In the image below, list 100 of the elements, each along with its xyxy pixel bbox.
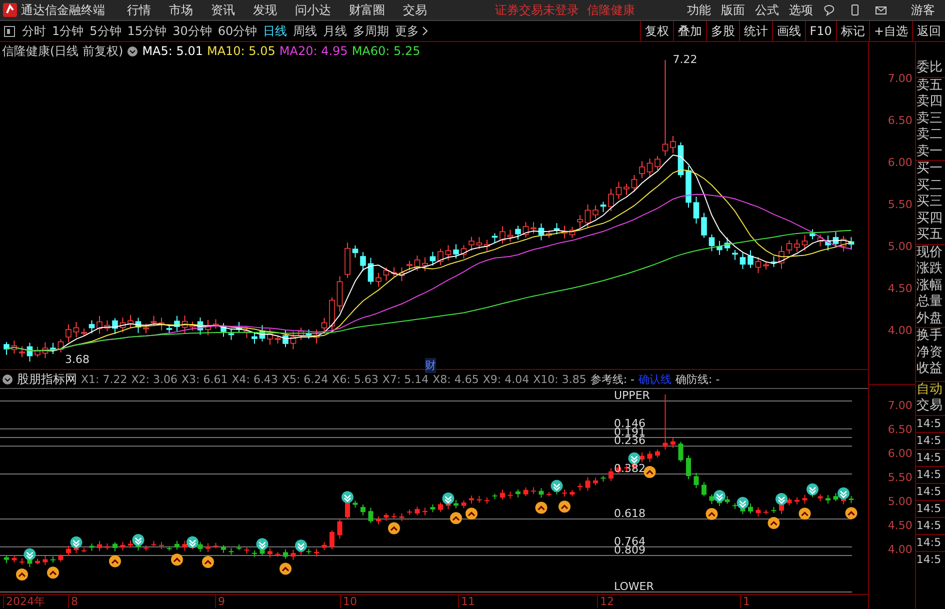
down-chevron-badge-icon	[256, 538, 268, 550]
quote-field-label: 现价	[916, 244, 942, 260]
menu-item[interactable]: 版面	[721, 2, 745, 18]
toolbar-button[interactable]: +自选	[868, 21, 912, 41]
trade-time: 14:5	[916, 518, 942, 532]
indicator-value: X5: 6.24	[282, 372, 328, 386]
menu-item[interactable]: 公式	[755, 2, 779, 18]
panel-toggle-icon[interactable]	[4, 26, 15, 36]
up-chevron-badge-icon	[768, 517, 780, 529]
moving-average-label: MA20: 4.95	[279, 44, 348, 58]
trade-mode-label[interactable]: 自动	[916, 382, 942, 396]
toolbar-button[interactable]: 多股	[706, 21, 739, 41]
menu-item[interactable]: 发现	[253, 2, 277, 18]
menu-item[interactable]: 行情	[127, 2, 151, 18]
trade-time: 14:5	[916, 552, 942, 566]
up-chevron-badge-icon	[845, 507, 858, 520]
chevron-right-icon[interactable]	[422, 26, 428, 36]
down-chevron-badge-icon	[24, 548, 36, 560]
low-price-label: 3.68	[65, 352, 90, 366]
indicator-value: X2: 3.06	[131, 372, 178, 386]
period-tab[interactable]: 1分钟	[49, 22, 87, 40]
menu-item[interactable]: 问小达	[295, 2, 331, 18]
dropdown-icon[interactable]	[2, 374, 13, 384]
up-chevron-badge-icon	[202, 556, 214, 568]
period-tab[interactable]: 分时	[19, 22, 49, 40]
up-chevron-badge-icon	[47, 566, 59, 579]
mail-icon[interactable]	[875, 4, 887, 16]
trade-time: 14:5	[916, 536, 942, 548]
y-axis-label: 6.00	[888, 156, 912, 169]
menu-item[interactable]: 市场	[169, 2, 193, 18]
up-chevron-badge-icon	[558, 500, 570, 513]
moving-average-label: MA60: 5.25	[352, 44, 420, 58]
up-chevron-badge-icon	[109, 555, 121, 568]
down-chevron-badge-icon	[628, 452, 640, 464]
more-button[interactable]: 更多	[392, 22, 422, 40]
period-tab[interactable]: 多周期	[350, 22, 392, 40]
moving-average-label: MA5: 5.01	[142, 44, 203, 58]
quote-field-label: 涨跌	[916, 261, 942, 276]
period-tab[interactable]: 日线	[260, 22, 290, 40]
defense-line-label: 确防线: -	[676, 372, 720, 386]
y-axis-label: 5.00	[888, 495, 912, 508]
fibonacci-level-label: 0.236	[614, 434, 646, 448]
user-label[interactable]: 游客	[911, 2, 935, 18]
toolbar-button[interactable]: F10	[804, 21, 836, 41]
fibonacci-level-label: LOWER	[614, 580, 654, 593]
period-tab[interactable]: 月线	[320, 22, 350, 40]
phone-icon[interactable]	[849, 4, 861, 16]
chart-title: 信隆健康(日线 前复权)	[2, 42, 124, 60]
quote-field-label: 卖二	[916, 127, 942, 142]
menu-item[interactable]: 交易	[403, 2, 427, 18]
down-chevron-badge-icon	[342, 491, 354, 504]
chat-icon[interactable]	[823, 4, 835, 16]
toolbar-button[interactable]: 返回	[912, 21, 945, 41]
y-axis-label: 4.00	[888, 324, 912, 337]
toolbar-button[interactable]: 统计	[738, 21, 772, 41]
period-tab[interactable]: 15分钟	[124, 22, 170, 40]
y-axis-label: 5.00	[888, 240, 912, 253]
up-chevron-badge-icon	[450, 512, 462, 524]
period-tab[interactable]: 30分钟	[170, 22, 215, 40]
app-logo-icon	[3, 3, 17, 17]
stock-name: 信隆健康	[587, 2, 635, 18]
indicator-value: X7: 5.14	[382, 372, 429, 386]
down-chevron-badge-icon	[776, 493, 788, 506]
toolbar-button[interactable]: 复权	[640, 21, 673, 41]
indicator-value: X6: 5.63	[332, 372, 378, 386]
toolbar-button[interactable]: 画线	[772, 21, 805, 41]
period-tab[interactable]: 5分钟	[86, 22, 124, 40]
period-tab[interactable]: 周线	[290, 22, 320, 40]
toolbar-button[interactable]: 标记	[836, 21, 869, 41]
trade-time: 14:5	[916, 434, 942, 446]
trade-time: 14:5	[916, 484, 942, 498]
y-axis-label: 6.50	[888, 114, 912, 127]
menu-item[interactable]: 选项	[789, 2, 813, 18]
y-axis-label: 6.00	[888, 447, 912, 460]
quote-field-label: 卖四	[916, 94, 942, 109]
y-axis-label: 4.00	[888, 543, 912, 556]
menu-item[interactable]: 财富圈	[349, 2, 385, 18]
dropdown-icon[interactable]	[127, 46, 138, 56]
event-tag[interactable]: 财	[425, 358, 436, 373]
menu-item[interactable]: 功能	[687, 2, 711, 18]
trade-title: 交易	[916, 398, 942, 413]
x-axis-label: 2024年	[3, 595, 45, 608]
quote-field-label: 净资	[916, 344, 942, 360]
up-chevron-badge-icon	[16, 568, 28, 580]
menu-item[interactable]: 资讯	[211, 2, 235, 18]
x-axis-label: 11	[458, 595, 475, 608]
period-tab[interactable]: 60分钟	[214, 22, 260, 40]
toolbar-button[interactable]: 叠加	[672, 21, 706, 41]
up-chevron-badge-icon	[644, 466, 656, 478]
indicator-value: X3: 6.61	[181, 372, 228, 386]
indicator-value: X10: 3.85	[533, 372, 586, 386]
y-axis-label: 4.50	[888, 519, 912, 532]
x-axis-label: 1	[740, 595, 750, 608]
indicator-value: X4: 6.43	[232, 372, 278, 386]
down-chevron-badge-icon	[442, 492, 454, 505]
up-chevron-badge-icon	[280, 562, 292, 575]
y-axis-label: 5.50	[888, 471, 912, 484]
quote-field-label: 委比	[916, 60, 942, 75]
indicator-value: X9: 4.04	[482, 372, 530, 386]
indicator-value: X8: 4.65	[432, 372, 479, 386]
